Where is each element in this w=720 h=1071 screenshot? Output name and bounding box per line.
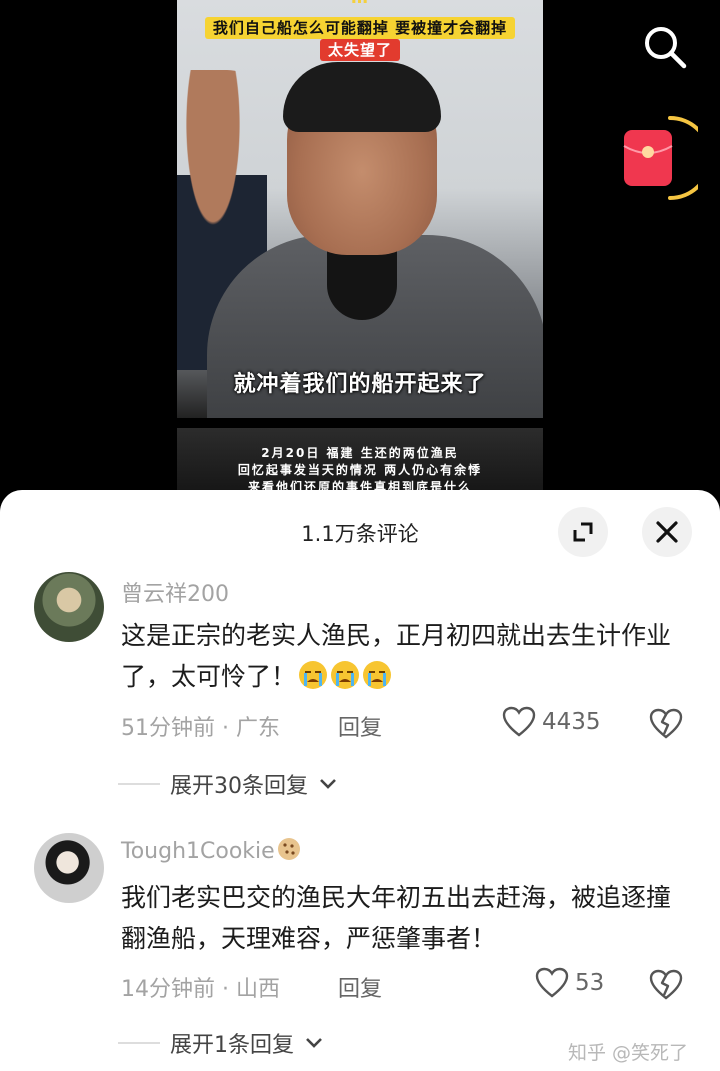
crying-emoji-icon — [299, 661, 328, 689]
reply-button[interactable]: 回复 — [338, 971, 382, 1003]
close-button[interactable] — [642, 507, 692, 557]
like-button[interactable]: 53 — [535, 967, 604, 999]
crying-emoji-icon — [363, 661, 392, 689]
comment-text: 这是正宗的老实人渔民，正月初四就出去生计作业了，太可怜了！ — [121, 621, 672, 691]
comment-username[interactable]: 曾云祥200 — [121, 576, 229, 608]
comment-text: 我们老实巴交的渔民大年初五出去赶海，被追逐撞翻渔船，天理难容，严惩肇事者！ — [121, 883, 672, 953]
dislike-button[interactable] — [648, 969, 684, 1001]
red-packet-button[interactable] — [612, 112, 712, 204]
comment-count-title: 1.1万条评论 — [301, 522, 419, 546]
like-count: 4435 — [542, 709, 601, 735]
video-caption-line3: 太失望了 — [319, 39, 400, 61]
broken-heart-icon — [649, 708, 683, 739]
expand-sheet-button[interactable] — [558, 507, 608, 557]
expand-replies-button[interactable]: 展开1条回复 — [118, 1027, 324, 1059]
comment-time-location: 51分钟前 · 广东 — [121, 716, 280, 741]
red-packet-icon — [623, 116, 712, 200]
video-frame: … 我们自己船怎么可能翻掉 要被撞才会翻掉 太失望了 就冲着我们的船开起来了 — [177, 0, 543, 418]
expand-icon — [573, 522, 593, 542]
video-player[interactable]: … 我们自己船怎么可能翻掉 要被撞才会翻掉 太失望了 就冲着我们的船开起来了 2… — [0, 0, 720, 500]
like-count: 53 — [575, 970, 605, 996]
like-button[interactable]: 4435 — [502, 706, 601, 738]
video-subtitle: 就冲着我们的船开起来了 — [233, 372, 487, 397]
expand-replies-label: 展开1条回复 — [170, 1033, 294, 1058]
reply-button[interactable]: 回复 — [338, 710, 382, 742]
watermark: 知乎 @笑死了 — [568, 1042, 689, 1064]
comment-sheet: 1.1万条评论 曾云祥200 这是正宗的老实人渔民，正月初四就出去生计作业了，太… — [0, 490, 720, 1071]
search-icon — [645, 27, 687, 69]
chevron-down-icon — [320, 779, 336, 789]
expand-replies-button[interactable]: 展开30条回复 — [118, 768, 338, 800]
close-icon — [656, 521, 678, 543]
dislike-button[interactable] — [648, 708, 684, 740]
video-info-line1: 2月20日 福建 生还的两位渔民 — [261, 446, 459, 460]
comment-username[interactable]: Tough1Cookie — [121, 837, 301, 864]
avatar[interactable] — [34, 833, 104, 903]
heart-icon — [535, 967, 569, 998]
broken-heart-icon — [649, 969, 683, 1000]
video-info-line2: 回忆起事发当天的情况 两人仍心有余悸 — [237, 463, 483, 477]
search-button[interactable] — [640, 22, 690, 72]
chevron-down-icon — [306, 1038, 322, 1048]
crying-emoji-icon — [331, 661, 360, 689]
avatar[interactable] — [34, 572, 104, 642]
heart-icon — [502, 706, 536, 737]
expand-replies-label: 展开30条回复 — [170, 774, 308, 799]
video-caption-line2: 我们自己船怎么可能翻掉 要被撞才会翻掉 — [204, 17, 516, 39]
video-caption-top: … — [177, 0, 543, 8]
cookie-icon — [277, 838, 300, 860]
comment-time-location: 14分钟前 · 山西 — [121, 977, 280, 1002]
